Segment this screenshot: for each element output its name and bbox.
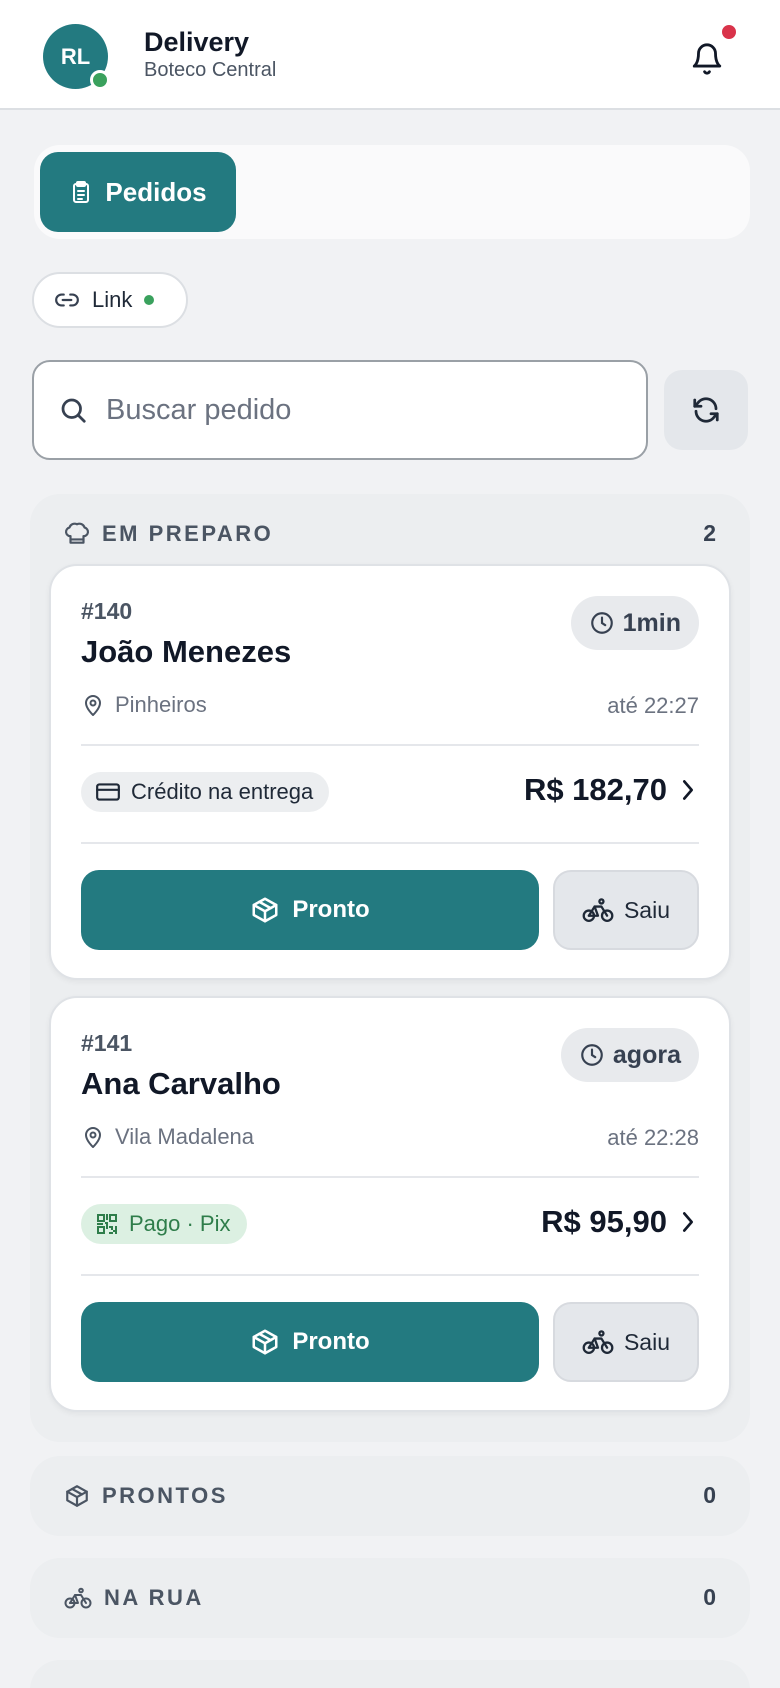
map-pin-icon bbox=[85, 695, 101, 716]
delivery-eta: até 22:28 bbox=[607, 1125, 699, 1150]
section-header-ready: PRONTOS 0 bbox=[64, 1482, 716, 1509]
search-input[interactable] bbox=[106, 393, 606, 427]
package-icon bbox=[252, 1329, 278, 1355]
order-card[interactable]: #141 Ana Carvalho agora Vila Madalena at… bbox=[49, 996, 731, 1412]
section-header-on-street: NA RUA 0 bbox=[64, 1584, 716, 1611]
bike-icon bbox=[582, 898, 614, 923]
customer-name: Ana Carvalho bbox=[81, 1066, 281, 1101]
section-label: NA RUA bbox=[104, 1584, 204, 1610]
section-ready[interactable]: PRONTOS 0 bbox=[30, 1456, 750, 1536]
order-total[interactable]: R$ 95,90 bbox=[541, 1204, 695, 1240]
mark-out-button[interactable]: Saiu bbox=[553, 870, 699, 950]
package-icon bbox=[66, 1484, 88, 1507]
bike-icon bbox=[582, 1330, 614, 1354]
mark-ready-button[interactable]: Pronto bbox=[81, 1302, 539, 1382]
elapsed-time-badge: 1min bbox=[570, 596, 699, 650]
divider bbox=[81, 842, 699, 844]
order-total[interactable]: R$ 182,70 bbox=[524, 772, 695, 808]
bike-icon bbox=[64, 1587, 92, 1608]
payment-method-badge: Crédito na entrega bbox=[81, 772, 330, 812]
mark-ready-label: Pronto bbox=[292, 896, 370, 923]
clipboard-icon bbox=[73, 181, 90, 203]
link-status-dot bbox=[144, 295, 155, 305]
delivery-location: Vila Madalena bbox=[81, 1124, 254, 1150]
package-icon bbox=[252, 897, 278, 923]
notification-badge bbox=[719, 22, 739, 42]
refresh-button[interactable] bbox=[664, 370, 748, 450]
link-icon bbox=[55, 293, 79, 307]
chevron-right-icon bbox=[682, 780, 694, 800]
link-status-chip[interactable]: Link bbox=[32, 272, 188, 328]
divider bbox=[81, 1274, 699, 1276]
section-count: 2 bbox=[703, 520, 716, 546]
notifications-button[interactable] bbox=[684, 36, 730, 82]
section-label: EM PREPARO bbox=[102, 520, 274, 546]
order-number: #141 bbox=[81, 1030, 133, 1056]
divider bbox=[81, 744, 699, 746]
order-card[interactable]: #140 João Menezes 1min Pinheiros até 22:… bbox=[49, 564, 731, 980]
refresh-icon bbox=[693, 397, 719, 423]
chef-hat-icon bbox=[64, 522, 90, 544]
section-on-street[interactable]: NA RUA 0 bbox=[30, 1558, 750, 1638]
mark-out-label: Saiu bbox=[623, 1328, 671, 1355]
tab-label: Pedidos bbox=[105, 176, 207, 207]
section-next bbox=[30, 1660, 750, 1688]
customer-name: João Menezes bbox=[81, 634, 292, 669]
clock-icon bbox=[590, 612, 613, 634]
chevron-right-icon bbox=[682, 1212, 694, 1232]
credit-card-icon bbox=[96, 783, 120, 801]
app-header: RL Delivery Boteco Central bbox=[0, 0, 780, 110]
map-pin-icon bbox=[85, 1127, 101, 1148]
qr-code-icon bbox=[97, 1214, 117, 1234]
elapsed-time: 1min bbox=[622, 608, 681, 637]
elapsed-time-badge: agora bbox=[560, 1028, 699, 1082]
app-title: Delivery bbox=[144, 27, 250, 57]
tab-pedidos[interactable]: Pedidos bbox=[40, 152, 236, 232]
delivery-eta: até 22:27 bbox=[607, 693, 699, 718]
store-name: Boteco Central bbox=[144, 59, 277, 81]
section-label: PRONTOS bbox=[102, 1482, 228, 1508]
mark-ready-button[interactable]: Pronto bbox=[81, 870, 539, 950]
elapsed-time: agora bbox=[612, 1040, 681, 1069]
delivery-location: Pinheiros bbox=[81, 692, 207, 718]
payment-method-badge: Pago · Pix bbox=[81, 1204, 247, 1244]
order-total-value: R$ 182,70 bbox=[523, 772, 667, 807]
divider bbox=[81, 1176, 699, 1178]
payment-method: Pago · Pix bbox=[129, 1211, 231, 1236]
bell-icon bbox=[692, 43, 722, 75]
order-number: #140 bbox=[81, 598, 133, 624]
search-icon bbox=[61, 398, 86, 423]
section-header-preparing[interactable]: EM PREPARO 2 bbox=[64, 520, 716, 547]
mark-out-label: Saiu bbox=[623, 896, 671, 923]
section-count: 0 bbox=[703, 1482, 716, 1508]
section-count: 0 bbox=[703, 1584, 716, 1610]
neighborhood: Pinheiros bbox=[115, 692, 207, 717]
mark-ready-label: Pronto bbox=[292, 1328, 370, 1355]
order-total-value: R$ 95,90 bbox=[541, 1204, 667, 1239]
neighborhood: Vila Madalena bbox=[115, 1124, 255, 1149]
clock-icon bbox=[581, 1044, 603, 1066]
mark-out-button[interactable]: Saiu bbox=[553, 1302, 699, 1382]
link-label: Link bbox=[92, 287, 133, 312]
search-field[interactable] bbox=[32, 360, 648, 460]
payment-method: Crédito na entrega bbox=[131, 779, 314, 804]
online-status-dot bbox=[90, 70, 110, 90]
